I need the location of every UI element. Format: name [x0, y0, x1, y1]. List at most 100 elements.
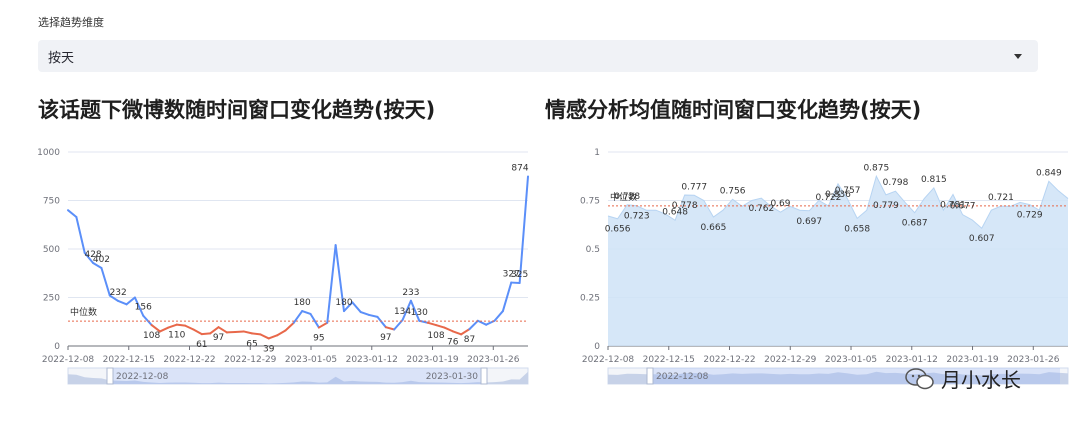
chevron-down-icon: [1014, 53, 1022, 59]
data-label: 0.798: [883, 178, 909, 188]
x-tick-label: 2023-01-19: [406, 355, 459, 365]
weibo-count-chart: 0 250 500 750 1000 2022-12-08 2022-12-15 2022-1…: [37, 148, 529, 385]
data-zoom-start-handle[interactable]: [646, 367, 654, 385]
data-label: 180: [294, 298, 311, 308]
series-segment: [242, 330, 253, 335]
x-tick-label: 2022-12-08: [582, 355, 635, 365]
data-label: 0.756: [720, 186, 746, 196]
data-label: 97: [380, 333, 391, 343]
series-segment: [317, 321, 329, 329]
series-segment: [175, 323, 187, 327]
data-label: 0.69: [770, 199, 790, 209]
data-label: 232: [110, 288, 127, 298]
data-label: 0.607: [969, 234, 995, 244]
data-label: 180: [335, 298, 352, 308]
data-label: 87: [464, 335, 475, 345]
data-label: 0.687: [902, 219, 928, 229]
data-label: 108: [427, 331, 444, 341]
series-segment: [493, 310, 504, 322]
data-label: 0.815: [921, 175, 947, 185]
y-tick-label: 1000: [37, 148, 60, 158]
series-segment: [276, 329, 287, 337]
series-segment: [100, 267, 111, 297]
data-label: 0.658: [844, 224, 870, 234]
y-tick-label: 0.5: [586, 245, 600, 255]
x-tick-label: 2022-12-22: [703, 355, 755, 365]
data-label: 0.875: [863, 163, 889, 173]
right-chart-title: 情感分析均值随时间窗口变化趋势(按天): [545, 98, 922, 122]
data-zoom-start-label: 2022-12-08: [656, 372, 709, 382]
y-tick-label: 0.25: [580, 294, 600, 304]
series-segment: [351, 301, 362, 314]
data-label: 0.723: [624, 212, 650, 222]
series-segment: [142, 314, 153, 327]
y-tick-label: 750: [43, 197, 60, 207]
x-tick-label: 2023-01-05: [825, 355, 877, 365]
series-segment: [384, 326, 396, 331]
data-zoom-start-handle[interactable]: [106, 367, 114, 385]
data-label: 156: [135, 303, 152, 313]
data-label: 402: [93, 255, 110, 265]
data-label: 97: [213, 333, 224, 343]
watermark-text: 月小水长: [941, 368, 1021, 392]
data-label: 0.777: [681, 182, 707, 192]
data-label: 0.665: [701, 223, 727, 233]
series-segment: [284, 321, 295, 332]
series-segment: [200, 332, 212, 336]
data-label: 0.778: [672, 201, 698, 211]
series-segment: [117, 299, 128, 306]
data-label: 39: [263, 344, 275, 354]
series-segment: [359, 311, 371, 316]
data-label: 0.728: [614, 192, 640, 202]
watermark: 月小水长: [905, 364, 1021, 393]
series-segment: [192, 328, 203, 336]
series-segment: [67, 209, 78, 218]
data-label: 0.697: [796, 217, 822, 227]
data-zoom-start-label: 2022-12-08: [116, 372, 169, 382]
selector-label: 选择趋势维度: [38, 16, 104, 29]
data-label: 0.757: [835, 186, 861, 196]
data-zoom-end-label: 2023-01-30: [426, 372, 479, 382]
series-segment: [217, 326, 228, 334]
data-label: 325: [511, 270, 528, 280]
series-segment: [376, 315, 387, 329]
series-segment: [468, 319, 479, 331]
data-label: 233: [402, 288, 419, 298]
x-tick-label: 2022-12-15: [103, 355, 155, 365]
x-tick-label: 2022-12-29: [224, 355, 277, 365]
data-label: 0.849: [1036, 168, 1062, 178]
series-segment: [443, 326, 454, 333]
x-tick-label: 2023-01-12: [346, 355, 398, 365]
data-label: 110: [168, 331, 185, 341]
series-segment: [426, 321, 437, 327]
series-segment: [435, 324, 446, 329]
series-segment: [326, 244, 337, 324]
y-tick-label: 0.75: [580, 197, 600, 207]
data-label: 0.656: [605, 225, 631, 235]
y-tick-label: 0: [594, 342, 600, 352]
data-label: 65: [246, 339, 257, 349]
data-zoom-end-handle[interactable]: [480, 367, 488, 385]
y-tick-label: 0: [54, 342, 60, 352]
series-segment: [518, 175, 529, 284]
series-segment: [251, 332, 262, 336]
data-label: 134: [394, 307, 411, 317]
series-segment: [75, 215, 86, 254]
series-segment: [259, 333, 270, 340]
y-tick-label: 500: [43, 245, 60, 255]
data-label: 0.779: [873, 201, 899, 211]
data-label: 130: [411, 308, 428, 318]
trend-dimension-select[interactable]: 按天: [38, 40, 1038, 72]
x-tick-label: 2023-01-26: [467, 355, 520, 365]
x-tick-label: 2022-12-29: [764, 355, 817, 365]
data-label: 0.721: [988, 193, 1014, 203]
data-label: 874: [511, 163, 528, 173]
series-segment: [267, 334, 279, 340]
sentiment-chart: 0 0.25 0.5 0.75 1 2022-12-08 2022-12-15 2022-12…: [580, 148, 1069, 385]
select-value: 按天: [48, 50, 75, 66]
wechat-icon: [905, 367, 934, 389]
data-label: 0.677: [950, 202, 976, 212]
series-segment: [368, 313, 379, 318]
data-label: 95: [313, 334, 324, 344]
series-segment: [501, 281, 513, 313]
